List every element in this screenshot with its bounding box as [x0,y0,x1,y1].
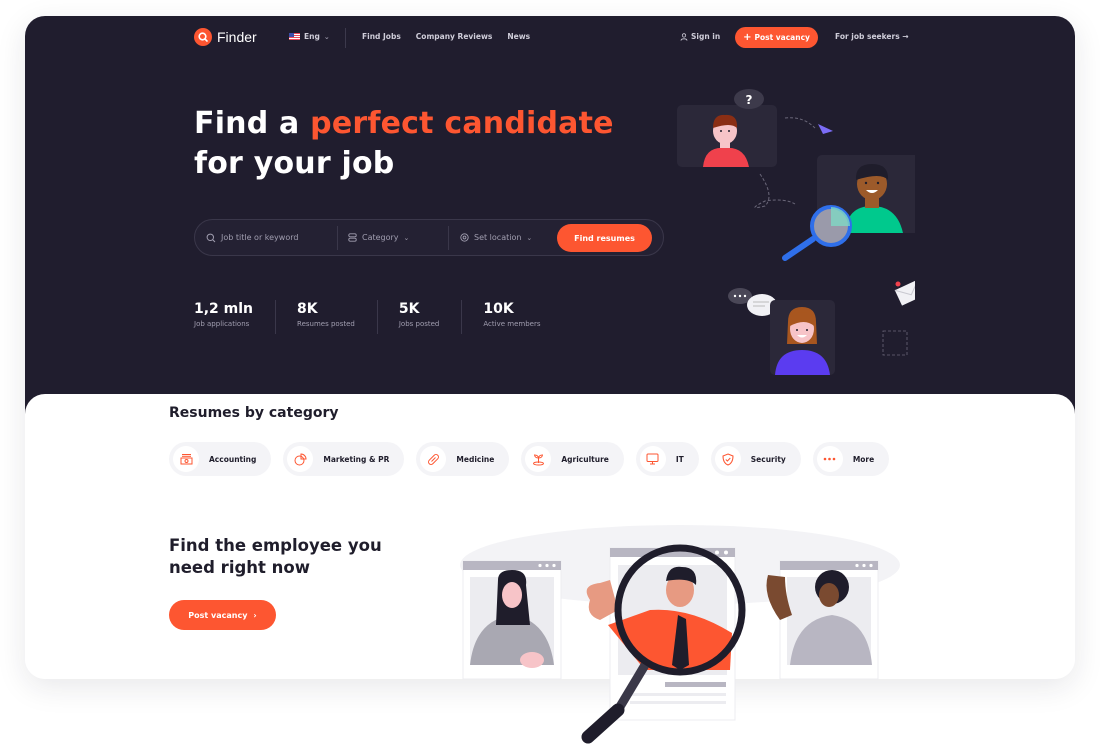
nav-divider [345,28,346,48]
category-label: Marketing & PR [323,454,390,464]
location-select[interactable]: Set location ⌄ [460,220,555,255]
category-label: IT [675,454,684,464]
stat-value: 1,2 mln [194,301,254,317]
arrow-right-icon: → [902,32,909,41]
for-job-seekers-link[interactable]: For job seekers → [835,32,909,41]
cta-title-line2: need right now [169,558,310,577]
map-pin-icon [460,232,469,242]
cta-title-line1: Find the employee you [169,536,382,555]
category-security[interactable]: Security [710,442,801,476]
cash-register-icon [173,446,199,472]
category-agriculture[interactable]: Agriculture [521,442,624,476]
post-vacancy-button-label: Post vacancy [188,610,248,620]
language-selector[interactable]: Eng ⌄ [289,32,330,41]
dots-icon [816,446,843,472]
monitor-icon [639,446,666,472]
hero-title-part2: for your job [194,146,395,181]
chevron-down-icon: ⌄ [526,233,533,242]
us-flag-icon [289,33,300,40]
shield-check-icon [714,446,741,472]
category-label: More [852,454,875,464]
category-label: Category [362,233,399,242]
stat-label: Job applications [194,320,250,328]
sprout-icon [525,446,552,472]
search-divider [448,226,449,250]
stat-item: 1,2 mln Job applications [194,300,277,334]
logo-text: Finder [217,29,257,45]
stats-row: 1,2 mln Job applications 8K Resumes post… [194,300,583,334]
nav-link-news[interactable]: News [507,32,530,41]
stat-item: 8K Resumes posted [297,300,378,334]
hero-section: Finder Eng ⌄ Find Jobs Company Reviews N… [25,16,1075,416]
stat-value: 5K [398,301,420,317]
user-icon [680,32,688,41]
stat-value: 8K [297,301,318,317]
nav-link-company-reviews[interactable]: Company Reviews [416,32,493,41]
category-marketing[interactable]: Marketing & PR [283,442,405,476]
find-resumes-button[interactable]: Find resumes [557,224,652,252]
stat-label: Active members [483,320,541,328]
categories-title: Resumes by category [169,405,339,421]
chevron-down-icon: ⌄ [403,233,410,242]
plus-icon: + [743,31,752,43]
pie-chart-icon [287,446,314,472]
post-vacancy-nav-button[interactable]: + Post vacancy [735,27,818,48]
hero-title-part1: Find a [194,106,311,141]
stat-item: 10K Active members [483,300,562,334]
category-label: Accounting [209,454,257,464]
recruiting-illustration [460,525,900,744]
stat-label: Resumes posted [297,320,355,328]
location-label: Set location [474,233,522,242]
sign-in-label: Sign in [691,32,721,41]
category-label: Medicine [456,454,495,464]
post-vacancy-button[interactable]: Post vacancy › [169,600,276,630]
keyword-input[interactable]: Job title or keyword [206,220,331,255]
chevron-down-icon: ⌄ [323,32,330,41]
stat-label: Jobs posted [398,320,440,328]
category-label: Security [750,454,786,464]
search-bar: Job title or keyword Category ⌄ Set loca… [194,219,664,256]
keyword-placeholder: Job title or keyword [221,233,299,242]
hero-illustration: ? [677,89,915,375]
category-select[interactable]: Category ⌄ [348,220,448,255]
category-list: Accounting Marketing & PR Medicine Agric… [169,442,890,476]
category-label: Agriculture [561,454,609,464]
for-job-seekers-label: For job seekers [835,32,900,41]
category-more[interactable]: More [812,442,890,476]
hero-title-accent: perfect candidate [310,106,614,141]
category-it[interactable]: IT [635,442,699,476]
category-medicine[interactable]: Medicine [416,442,510,476]
nav-links: Find Jobs Company Reviews News [362,32,530,41]
search-icon [206,233,216,242]
sign-in-link[interactable]: Sign in [680,32,720,41]
layers-icon [348,233,357,242]
logo-search-icon [194,28,212,46]
top-nav: Finder Eng ⌄ Find Jobs Company Reviews N… [25,16,1075,60]
nav-link-find-jobs[interactable]: Find Jobs [362,32,401,41]
cta-title: Find the employee you need right now [169,535,382,579]
hero-title: Find a perfect candidate for your job [194,104,614,184]
stat-value: 10K [483,301,514,317]
logo[interactable]: Finder [194,28,257,46]
svg-text:?: ? [746,93,753,107]
post-vacancy-label: Post vacancy [754,33,810,42]
search-divider [337,226,338,250]
language-label: Eng [304,32,320,41]
category-accounting[interactable]: Accounting [169,442,272,476]
chevron-right-icon: › [253,610,257,620]
pill-icon [420,446,447,472]
stat-item: 5K Jobs posted [399,300,463,334]
